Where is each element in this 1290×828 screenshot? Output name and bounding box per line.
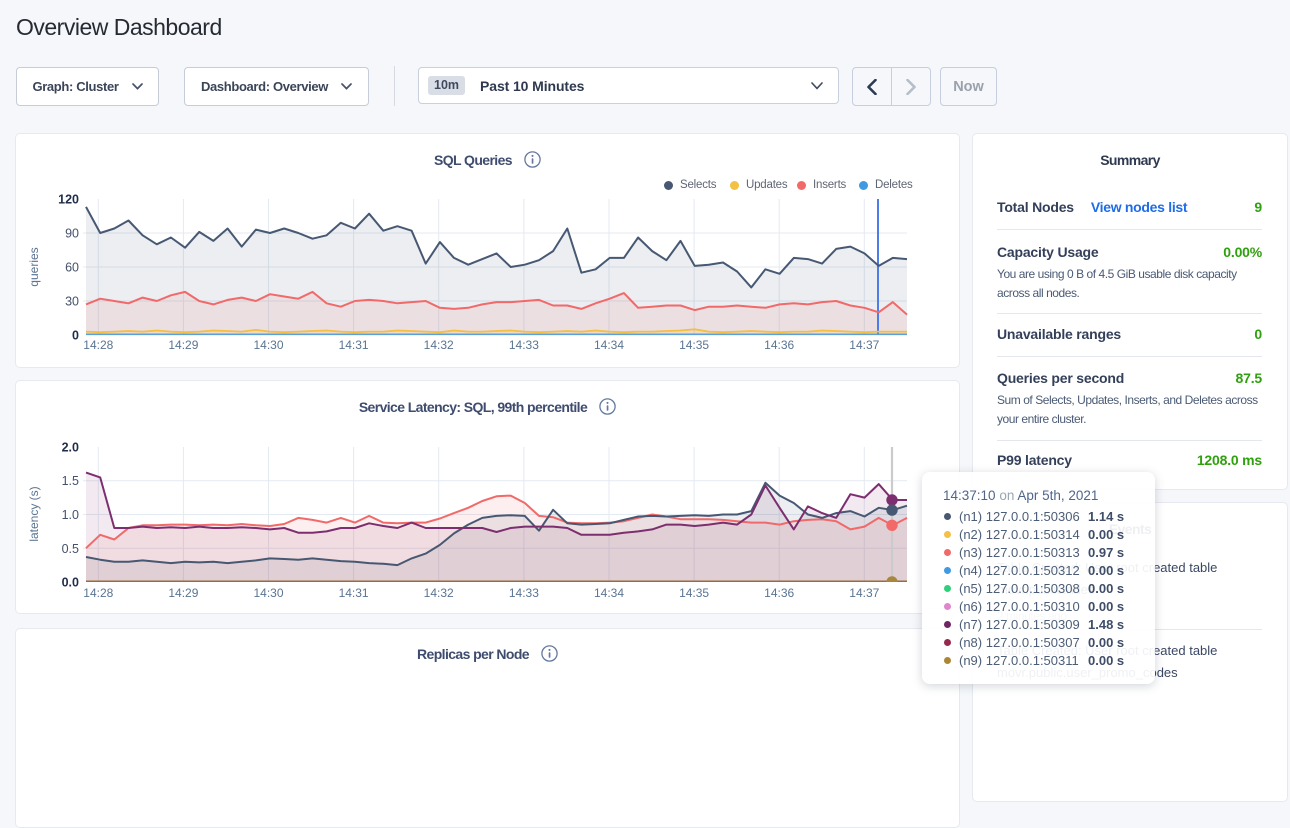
svg-text:0.0: 0.0 <box>62 576 79 590</box>
svg-text:14:36: 14:36 <box>764 338 794 352</box>
svg-text:14:33: 14:33 <box>509 586 539 600</box>
svg-text:14:28: 14:28 <box>83 586 113 600</box>
svg-text:14:35: 14:35 <box>679 338 709 352</box>
svg-text:14:30: 14:30 <box>253 586 283 600</box>
svg-text:14:32: 14:32 <box>424 338 454 352</box>
svg-text:14:35: 14:35 <box>679 586 709 600</box>
svg-text:14:32: 14:32 <box>424 586 454 600</box>
svg-text:14:36: 14:36 <box>764 586 794 600</box>
svg-text:30: 30 <box>65 295 79 309</box>
svg-text:60: 60 <box>65 261 79 275</box>
svg-text:14:34: 14:34 <box>594 586 624 600</box>
svg-text:14:30: 14:30 <box>253 338 283 352</box>
svg-text:90: 90 <box>65 227 79 241</box>
svg-text:0: 0 <box>72 329 79 343</box>
svg-text:14:29: 14:29 <box>168 338 198 352</box>
svg-text:120: 120 <box>58 193 79 207</box>
svg-text:1.0: 1.0 <box>62 508 79 522</box>
svg-text:14:37: 14:37 <box>849 338 879 352</box>
svg-text:14:31: 14:31 <box>339 338 369 352</box>
svg-text:14:29: 14:29 <box>168 586 198 600</box>
svg-text:latency (s): latency (s) <box>27 486 41 541</box>
svg-text:14:31: 14:31 <box>339 586 369 600</box>
svg-text:queries: queries <box>27 247 41 286</box>
svg-text:2.0: 2.0 <box>62 441 79 455</box>
svg-text:1.5: 1.5 <box>62 474 79 488</box>
svg-text:0.5: 0.5 <box>62 542 79 556</box>
svg-text:14:28: 14:28 <box>83 338 113 352</box>
svg-text:14:33: 14:33 <box>509 338 539 352</box>
svg-text:14:34: 14:34 <box>594 338 624 352</box>
svg-text:14:37: 14:37 <box>849 586 879 600</box>
